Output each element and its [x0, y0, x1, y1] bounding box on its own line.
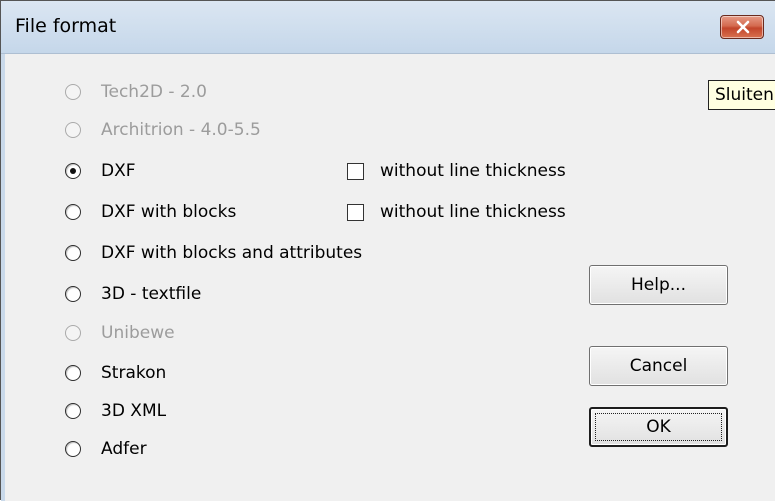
format-option-adfer[interactable]: Adfer — [65, 436, 147, 462]
format-option-architrion[interactable]: Architrion - 4.0-5.5 — [65, 117, 261, 143]
ok-button[interactable]: OK — [589, 407, 728, 447]
format-option-3d-xml[interactable]: 3D XML — [65, 398, 166, 424]
format-label: Adfer — [101, 439, 147, 459]
checkbox-label: without line thickness — [380, 202, 566, 222]
dxf-blocks-without-line-thickness[interactable]: without line thickness — [347, 199, 566, 225]
checkbox[interactable] — [347, 162, 364, 180]
checkbox[interactable] — [347, 203, 364, 221]
help-button[interactable]: Help... — [589, 265, 728, 305]
radio-button[interactable] — [65, 122, 81, 138]
radio-button[interactable] — [65, 441, 81, 457]
format-label: Architrion - 4.0-5.5 — [101, 120, 261, 140]
radio-button[interactable] — [65, 325, 81, 341]
format-label: 3D XML — [101, 401, 167, 421]
radio-button[interactable] — [65, 245, 81, 261]
radio-button[interactable] — [65, 84, 81, 100]
cancel-button[interactable]: Cancel — [589, 346, 728, 386]
cancel-button-label: Cancel — [629, 356, 688, 376]
radio-selected-dot — [70, 168, 76, 174]
focus-rectangle — [595, 413, 722, 441]
radio-button[interactable] — [65, 163, 81, 179]
close-tooltip: Sluiten — [708, 80, 775, 110]
file-format-dialog: File format Tech2D - 2.0 Architrion - 4.… — [0, 0, 775, 501]
format-label: DXF with blocks and attributes — [101, 243, 363, 263]
format-label: Strakon — [101, 363, 167, 383]
format-option-dxf-blocks-attributes[interactable]: DXF with blocks and attributes — [65, 240, 362, 266]
format-option-tech2d[interactable]: Tech2D - 2.0 — [65, 79, 207, 105]
format-option-unibewe[interactable]: Unibewe — [65, 320, 175, 346]
close-button[interactable] — [720, 15, 764, 39]
help-button-label: Help... — [631, 275, 686, 295]
format-label: Tech2D - 2.0 — [101, 82, 207, 102]
format-option-dxf[interactable]: DXF — [65, 158, 136, 184]
dialog-title: File format — [15, 15, 117, 37]
format-label: 3D - textfile — [101, 284, 202, 304]
close-icon — [736, 20, 750, 34]
format-option-strakon[interactable]: Strakon — [65, 360, 166, 386]
dxf-without-line-thickness[interactable]: without line thickness — [347, 158, 566, 184]
format-label: DXF — [101, 161, 136, 181]
radio-button[interactable] — [65, 286, 81, 302]
format-option-dxf-blocks[interactable]: DXF with blocks — [65, 199, 236, 225]
radio-button[interactable] — [65, 365, 81, 381]
tooltip-text: Sluiten — [715, 85, 774, 105]
checkbox-label: without line thickness — [380, 161, 566, 181]
radio-button[interactable] — [65, 403, 81, 419]
format-label: DXF with blocks — [101, 202, 237, 222]
format-option-3d-textfile[interactable]: 3D - textfile — [65, 281, 201, 307]
radio-button[interactable] — [65, 204, 81, 220]
dialog-body: Tech2D - 2.0 Architrion - 4.0-5.5 DXF DX… — [1, 54, 775, 501]
title-bar[interactable]: File format — [1, 1, 775, 54]
format-label: Unibewe — [101, 323, 175, 343]
